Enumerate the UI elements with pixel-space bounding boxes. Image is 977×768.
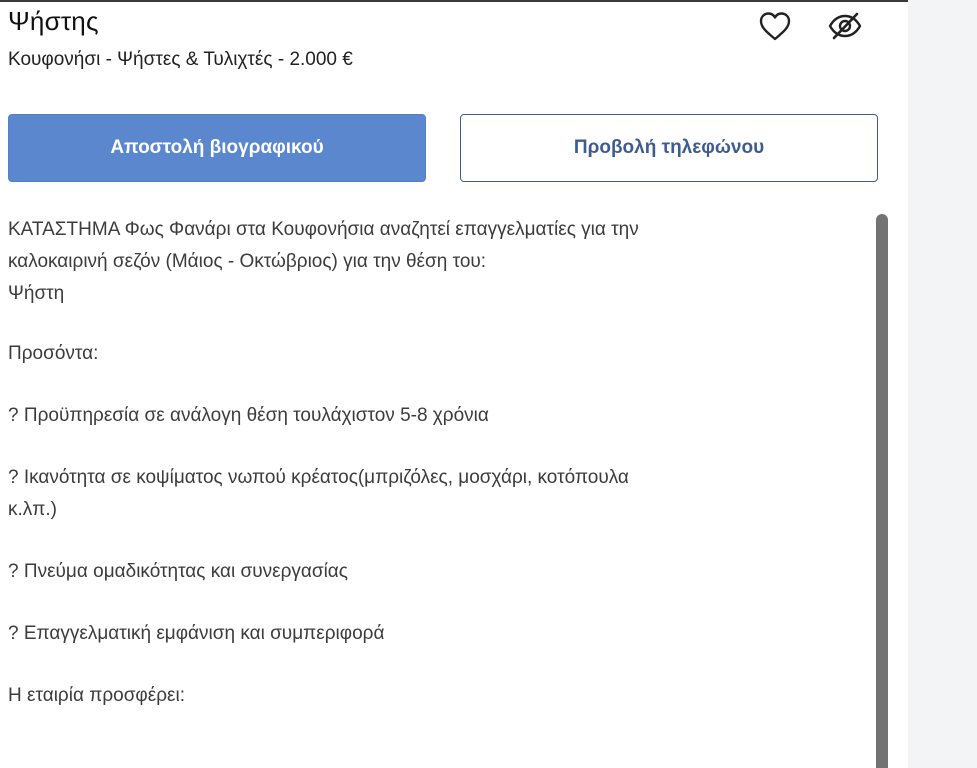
- job-title: Ψήστης: [8, 6, 99, 36]
- show-phone-button[interactable]: Προβολή τηλεφώνου: [460, 114, 878, 182]
- right-side-panel: [908, 0, 977, 768]
- offers-heading: Η εταιρία προσφέρει:: [8, 685, 185, 706]
- heart-icon: [759, 12, 791, 41]
- description-position: Ψήστη: [8, 283, 65, 304]
- qualification-item: ? Επαγγελματική εμφάνιση και συμπεριφορά: [8, 623, 385, 644]
- job-listing-page: Ψήστης Κουφονήσι - Ψήστες & Τυλιχτές - 2…: [0, 0, 977, 768]
- description-intro-line-2: καλοκαιρινή σεζόν (Μάιος - Οκτώβριος) γι…: [8, 251, 487, 272]
- hide-job-button[interactable]: [825, 6, 865, 46]
- description-scrollbar[interactable]: [876, 214, 888, 768]
- send-cv-button[interactable]: Αποστολή βιογραφικού: [8, 114, 426, 182]
- qualifications-heading: Προσόντα:: [8, 343, 99, 364]
- description-intro-line-1: ΚΑΤΑΣΤΗΜΑ Φως Φανάρι στα Κουφονήσια αναζ…: [8, 219, 639, 240]
- job-description: ΚΑΤΑΣΤΗΜΑ Φως Φανάρι στα Κουφονήσια αναζ…: [8, 214, 858, 768]
- qualification-item: ? Προϋπηρεσία σε ανάλογη θέση τουλάχιστο…: [8, 405, 489, 426]
- eye-off-icon: [828, 12, 862, 40]
- qualification-item: ? Πνεύμα ομαδικότητας και συνεργασίας: [8, 561, 348, 582]
- favorite-button[interactable]: [755, 6, 795, 46]
- qualification-item: ? Ικανότητα σε κοψίματος νωπού κρέατος(μ…: [8, 467, 629, 488]
- qualification-item-continued: κ.λπ.): [8, 499, 57, 520]
- job-subtitle: Κουφονήσι - Ψήστες & Τυλιχτές - 2.000 €: [8, 49, 353, 70]
- top-border: [0, 0, 977, 2]
